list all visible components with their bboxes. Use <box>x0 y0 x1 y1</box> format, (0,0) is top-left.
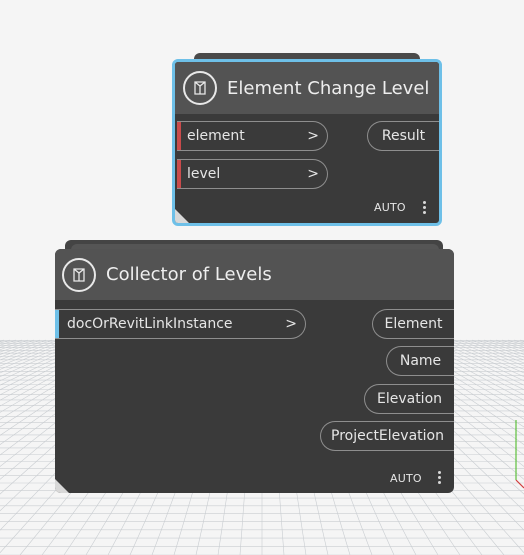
output-port-projectelevation[interactable]: ProjectElevation <box>320 421 454 451</box>
input-port-docorrevitlinkinstance[interactable]: docOrRevitLinkInstance > <box>55 309 306 339</box>
lacing-label[interactable]: AUTO <box>390 472 422 485</box>
resize-corner[interactable] <box>175 209 189 223</box>
node-logo-icon <box>62 257 96 292</box>
node-logo-icon <box>183 71 217 105</box>
input-port-element[interactable]: element > <box>177 121 328 151</box>
output-port-name[interactable]: Name <box>386 346 454 376</box>
more-options-icon[interactable] <box>436 469 442 486</box>
lacing-label[interactable]: AUTO <box>374 201 406 214</box>
port-arrow-icon: > <box>307 128 319 144</box>
node-element-change-level[interactable]: Element Change Level element > level > R… <box>172 53 442 226</box>
node-collector-of-levels[interactable]: Collector of Levels docOrRevitLinkInstan… <box>55 240 454 493</box>
node-title: Element Change Level <box>227 77 430 99</box>
output-port-element[interactable]: Element <box>372 309 454 339</box>
resize-corner[interactable] <box>55 479 69 493</box>
port-arrow-icon: > <box>285 316 297 332</box>
input-port-level[interactable]: level > <box>177 159 328 189</box>
port-arrow-icon: > <box>307 166 319 182</box>
node-title: Collector of Levels <box>106 264 272 285</box>
output-port-elevation[interactable]: Elevation <box>364 384 454 414</box>
output-port-result[interactable]: Result <box>367 121 439 151</box>
more-options-icon[interactable] <box>421 199 427 216</box>
x-axis-line <box>515 479 524 489</box>
